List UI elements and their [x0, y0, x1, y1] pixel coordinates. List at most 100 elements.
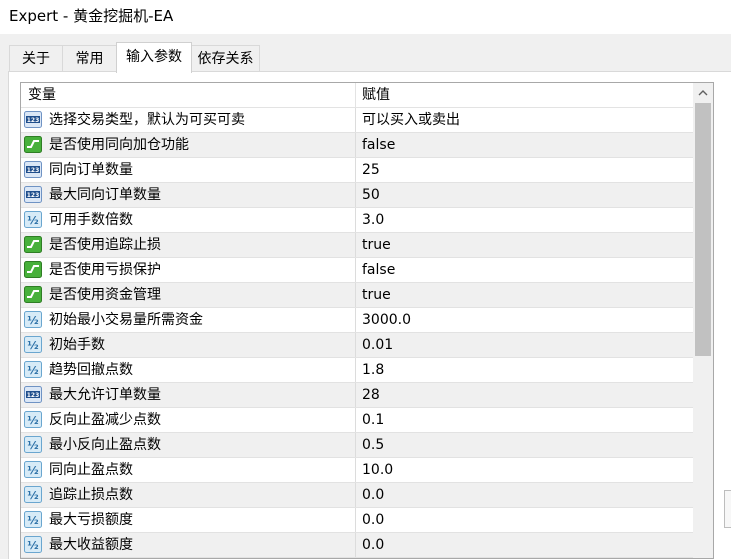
double-icon: ½ [24, 411, 42, 428]
parameter-row[interactable]: 123 同向订单数量 25 [21, 158, 693, 183]
parameter-row[interactable]: 123 选择交易类型，默认为可买可卖 可以买入或卖出 [21, 108, 693, 133]
parameter-name-cell[interactable]: ½ 同向止盈点数 [21, 458, 356, 482]
parameter-name-cell[interactable]: ½ 可用手数倍数 [21, 208, 356, 232]
parameter-value-cell[interactable]: 0.01 [356, 333, 693, 357]
svg-text:½: ½ [27, 214, 38, 227]
integer-icon: 123 [24, 111, 42, 128]
tab-common[interactable]: 常用 [62, 45, 117, 72]
parameter-name-cell[interactable]: 是否使用资金管理 [21, 283, 356, 307]
double-icon: ½ [24, 361, 42, 378]
parameter-value-cell[interactable]: 可以买入或卖出 [356, 108, 693, 132]
parameter-name-cell[interactable]: 是否使用追踪止损 [21, 233, 356, 257]
parameter-name: 同向止盈点数 [49, 462, 133, 478]
parameter-row[interactable]: 是否使用追踪止损 true [21, 233, 693, 258]
parameter-name-cell[interactable]: 123 最大同向订单数量 [21, 183, 356, 207]
parameter-row[interactable]: ½ 趋势回撤点数 1.8 [21, 358, 693, 383]
parameter-row[interactable]: ½ 同向止盈点数 10.0 [21, 458, 693, 483]
tab-strip: 关于 常用 输入参数 依存关系 [0, 42, 731, 73]
parameter-name: 最大收益额度 [49, 537, 133, 553]
double-icon: ½ [24, 336, 42, 353]
parameter-name: 同向订单数量 [49, 162, 133, 178]
parameter-row[interactable]: ½ 反向止盈减少点数 0.1 [21, 408, 693, 433]
boolean-icon [24, 261, 42, 278]
parameter-name-cell[interactable]: ½ 最大收益额度 [21, 533, 356, 557]
double-icon: ½ [24, 461, 42, 478]
tab-inputs[interactable]: 输入参数 [116, 42, 192, 73]
grid-rows: 123 选择交易类型，默认为可买可卖 可以买入或卖出 是否使用同向加仓功能 false 1… [21, 108, 693, 558]
parameter-value-cell[interactable]: 0.0 [356, 508, 693, 532]
parameter-name-cell[interactable]: ½ 初始最小交易量所需资金 [21, 308, 356, 332]
parameter-value-cell[interactable]: 3000.0 [356, 308, 693, 332]
scroll-up-arrow-icon[interactable] [693, 83, 713, 103]
svg-text:½: ½ [27, 539, 38, 552]
column-header-value[interactable]: 赋值 [356, 83, 693, 107]
parameter-value-cell[interactable]: 0.0 [356, 533, 693, 557]
parameter-name-cell[interactable]: ½ 最小反向止盈点数 [21, 433, 356, 457]
double-icon: ½ [24, 211, 42, 228]
parameter-row[interactable]: ½ 初始手数 0.01 [21, 333, 693, 358]
parameter-value-cell[interactable]: 28 [356, 383, 693, 407]
parameter-name-cell[interactable]: ½ 趋势回撤点数 [21, 358, 356, 382]
parameter-name-cell[interactable]: ½ 初始手数 [21, 333, 356, 357]
parameter-name: 是否使用追踪止损 [49, 237, 161, 253]
parameter-row[interactable]: ½ 最大收益额度 0.0 [21, 533, 693, 558]
parameter-name: 反向止盈减少点数 [49, 412, 161, 428]
parameter-value-cell[interactable]: false [356, 133, 693, 157]
parameter-name-cell[interactable]: 是否使用亏损保护 [21, 258, 356, 282]
parameter-name-cell[interactable]: 123 同向订单数量 [21, 158, 356, 182]
svg-text:½: ½ [27, 339, 38, 352]
boolean-icon [24, 136, 42, 153]
parameter-value-cell[interactable]: 1.8 [356, 358, 693, 382]
svg-text:½: ½ [27, 514, 38, 527]
parameter-row[interactable]: ½ 追踪止损点数 0.0 [21, 483, 693, 508]
vertical-scrollbar[interactable] [693, 83, 713, 558]
parameter-value-cell[interactable]: 50 [356, 183, 693, 207]
double-icon: ½ [24, 536, 42, 553]
side-button[interactable] [724, 490, 731, 528]
parameter-name: 是否使用同向加仓功能 [49, 137, 189, 153]
parameter-name-cell[interactable]: 123 选择交易类型，默认为可买可卖 [21, 108, 356, 132]
double-icon: ½ [24, 436, 42, 453]
parameter-row[interactable]: ½ 最大亏损额度 0.0 [21, 508, 693, 533]
parameter-name-cell[interactable]: ½ 最大亏损额度 [21, 508, 356, 532]
svg-text:½: ½ [27, 439, 38, 452]
parameter-name: 初始最小交易量所需资金 [49, 312, 203, 328]
parameter-value-cell[interactable]: true [356, 283, 693, 307]
parameter-name: 趋势回撤点数 [49, 362, 133, 378]
scrollbar-thumb[interactable] [695, 103, 711, 356]
parameter-row[interactable]: 是否使用资金管理 true [21, 283, 693, 308]
parameter-value-cell[interactable]: 3.0 [356, 208, 693, 232]
parameter-name-cell[interactable]: ½ 追踪止损点数 [21, 483, 356, 507]
parameter-name: 是否使用亏损保护 [49, 262, 161, 278]
parameter-row[interactable]: 是否使用同向加仓功能 false [21, 133, 693, 158]
parameter-row[interactable]: ½ 最小反向止盈点数 0.5 [21, 433, 693, 458]
tab-dependencies[interactable]: 依存关系 [191, 45, 260, 72]
svg-text:½: ½ [27, 314, 38, 327]
parameter-value-cell[interactable]: 0.0 [356, 483, 693, 507]
double-icon: ½ [24, 311, 42, 328]
parameter-row[interactable]: ½ 可用手数倍数 3.0 [21, 208, 693, 233]
parameter-name: 选择交易类型，默认为可买可卖 [49, 112, 245, 128]
parameter-name-cell[interactable]: 是否使用同向加仓功能 [21, 133, 356, 157]
parameter-value-cell[interactable]: false [356, 258, 693, 282]
boolean-icon [24, 286, 42, 303]
parameter-row[interactable]: 是否使用亏损保护 false [21, 258, 693, 283]
parameter-name-cell[interactable]: 123 最大允许订单数量 [21, 383, 356, 407]
parameter-value-cell[interactable]: 10.0 [356, 458, 693, 482]
parameter-row[interactable]: 123 最大允许订单数量 28 [21, 383, 693, 408]
grid-header: 变量 赋值 [21, 83, 693, 108]
tab-about[interactable]: 关于 [9, 45, 63, 72]
parameter-value-cell[interactable]: 25 [356, 158, 693, 182]
parameter-value-cell[interactable]: 0.1 [356, 408, 693, 432]
parameter-name-cell[interactable]: ½ 反向止盈减少点数 [21, 408, 356, 432]
svg-text:123: 123 [27, 392, 40, 399]
parameter-value-cell[interactable]: true [356, 233, 693, 257]
parameter-row[interactable]: 123 最大同向订单数量 50 [21, 183, 693, 208]
column-header-variable[interactable]: 变量 [21, 83, 356, 107]
parameter-name: 最小反向止盈点数 [49, 437, 161, 453]
parameter-value-cell[interactable]: 0.5 [356, 433, 693, 457]
parameter-name: 追踪止损点数 [49, 487, 133, 503]
input-parameters-grid: 变量 赋值 123 选择交易类型，默认为可买可卖 可以买入或卖出 是否使用同向加仓功能… [20, 82, 714, 559]
parameter-row[interactable]: ½ 初始最小交易量所需资金 3000.0 [21, 308, 693, 333]
boolean-icon [24, 236, 42, 253]
